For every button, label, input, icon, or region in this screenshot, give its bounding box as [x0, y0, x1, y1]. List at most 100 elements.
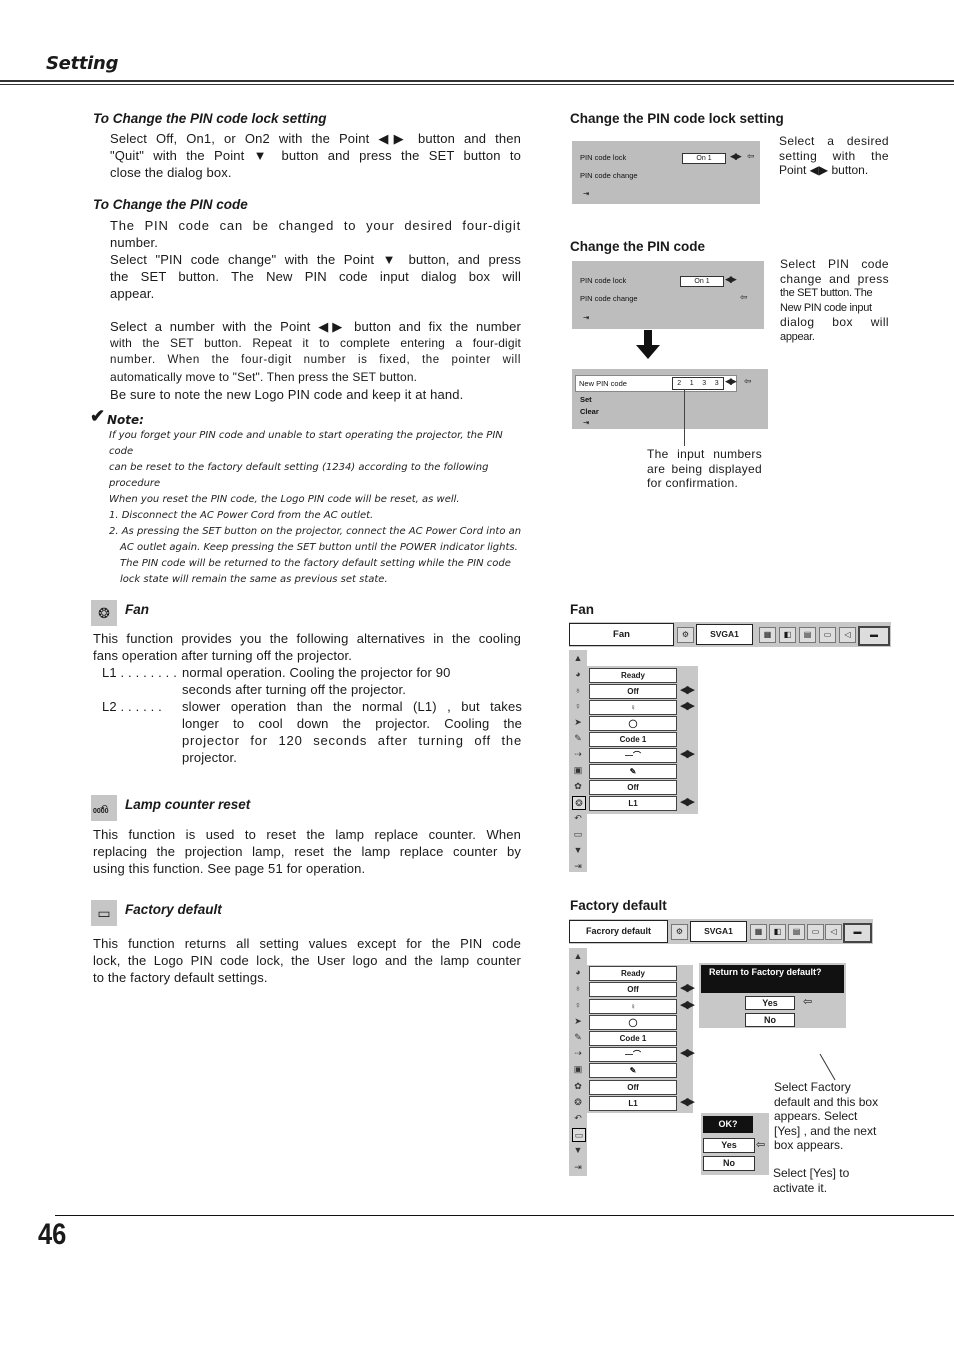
- text-line: This function returns all setting values…: [93, 936, 521, 951]
- text-line: box appears.: [774, 1138, 844, 1152]
- footer-rule: [55, 1215, 954, 1216]
- set-option[interactable]: Set: [580, 395, 592, 404]
- text-line: number.: [110, 235, 159, 250]
- setting-icon[interactable]: ▬: [843, 923, 872, 943]
- power-icon[interactable]: ♁: [572, 684, 584, 696]
- new-pin-label: New PIN code: [579, 379, 627, 388]
- remote-icon[interactable]: ⇢: [572, 1047, 584, 1059]
- lamp-icon[interactable]: ♀: [572, 700, 584, 712]
- sound-icon[interactable]: ◁: [839, 627, 856, 643]
- exit-icon[interactable]: ⇥: [572, 860, 584, 872]
- input-icon[interactable]: ⚙: [671, 924, 688, 940]
- text-line: "Quit" with the Point ▼ button and press…: [110, 148, 521, 163]
- menu-row-value[interactable]: —⌒: [589, 1047, 677, 1063]
- left-right-arrows-icon[interactable]: ◀▶: [680, 699, 695, 712]
- fan-icon[interactable]: ❂: [572, 1096, 584, 1108]
- left-right-arrows-icon[interactable]: ◀▶: [680, 795, 695, 808]
- menu-row-value[interactable]: ✎: [589, 1063, 677, 1079]
- menu-row-value[interactable]: Code 1: [589, 732, 677, 747]
- exit-icon[interactable]: ⇥: [583, 189, 589, 198]
- lock-icon[interactable]: ▣: [572, 764, 584, 776]
- camera-icon[interactable]: ✿: [572, 780, 584, 792]
- pencil-icon[interactable]: ✎: [572, 732, 584, 744]
- left-right-arrows-icon[interactable]: ◀▶: [680, 1095, 695, 1108]
- pointer-arrow-icon: ⇦: [756, 1139, 765, 1151]
- menu-row-value[interactable]: Off: [589, 982, 677, 998]
- pointer-icon[interactable]: ➤: [572, 716, 584, 728]
- menu-title: Facrory default: [569, 920, 668, 943]
- input-icon[interactable]: ⚙: [677, 627, 694, 643]
- pin-code-change-label[interactable]: PIN code change: [580, 171, 638, 180]
- menu-row-value[interactable]: Code 1: [589, 1031, 677, 1046]
- screen-icon[interactable]: ▭: [819, 627, 836, 643]
- up-arrow-icon[interactable]: ▲: [572, 950, 584, 962]
- menu-row-value[interactable]: Off: [589, 1079, 677, 1095]
- image-adjust-icon[interactable]: ▤: [799, 627, 816, 643]
- menu-row-value[interactable]: ◯: [589, 1014, 677, 1030]
- power-icon[interactable]: ♁: [572, 982, 584, 994]
- pin-code-lock-label: PIN code lock: [580, 153, 627, 162]
- text-line: seconds after turning off the projector.: [182, 682, 407, 697]
- sound-icon[interactable]: ◁: [825, 924, 842, 940]
- lamp-counter-icon[interactable]: ↶: [572, 1112, 584, 1124]
- menu-row-value[interactable]: ◯: [589, 716, 677, 731]
- input-icon[interactable]: ◕: [572, 966, 584, 978]
- menu-row-value[interactable]: ♀: [589, 998, 677, 1014]
- text-line: Select a number with the Point ◀▶ button…: [110, 319, 521, 334]
- menu-row-value[interactable]: ♀: [589, 700, 677, 715]
- exit-icon[interactable]: ⇥: [583, 418, 589, 427]
- up-arrow-icon[interactable]: ▲: [572, 652, 584, 664]
- camera-icon[interactable]: ✿: [572, 1080, 584, 1092]
- pin-code-lock-value[interactable]: On 1: [680, 276, 724, 287]
- ok-no-button[interactable]: No: [703, 1156, 755, 1171]
- note-title: Note:: [107, 413, 144, 427]
- down-arrow-icon[interactable]: ▼: [572, 844, 584, 856]
- input-icon[interactable]: ◕: [572, 668, 584, 680]
- left-right-arrows-icon[interactable]: ◀▶: [680, 998, 695, 1011]
- factory-default-icon[interactable]: ▭: [572, 828, 584, 840]
- pin-code-lock-value[interactable]: On 1: [682, 153, 726, 164]
- pin-digits-field[interactable]: 2 1 3 3: [672, 377, 724, 390]
- menu-row-value[interactable]: L1: [589, 796, 677, 811]
- pc-adjust-icon[interactable]: ▦: [759, 627, 776, 643]
- left-right-arrows-icon: ◀▶: [725, 376, 737, 386]
- pointer-icon[interactable]: ➤: [572, 1015, 584, 1027]
- factory-default-icon[interactable]: ▭: [572, 1128, 586, 1143]
- menu-row-value[interactable]: Ready: [589, 668, 677, 683]
- pin-code-change-label[interactable]: PIN code change: [580, 294, 638, 303]
- pencil-icon[interactable]: ✎: [572, 1031, 584, 1043]
- left-right-arrows-icon[interactable]: ◀▶: [680, 747, 695, 760]
- lamp-counter-icon[interactable]: ↶: [572, 812, 584, 824]
- exit-icon[interactable]: ⇥: [583, 313, 589, 322]
- menu-row-value[interactable]: Ready: [589, 966, 677, 982]
- lamp-icon[interactable]: ♀: [572, 999, 584, 1011]
- fan-icon[interactable]: ❂: [572, 796, 586, 810]
- exit-icon[interactable]: ⇥: [572, 1161, 584, 1173]
- no-button[interactable]: No: [745, 1013, 795, 1027]
- image-select-icon[interactable]: ◧: [769, 924, 786, 940]
- image-adjust-icon[interactable]: ▤: [788, 924, 805, 940]
- menu-row-value[interactable]: —⌒: [589, 748, 677, 763]
- left-right-arrows-icon[interactable]: ◀▶: [680, 981, 695, 994]
- factory-menu-heading: Factory default: [570, 898, 667, 913]
- down-arrow-icon[interactable]: ▼: [572, 1144, 584, 1156]
- clear-option[interactable]: Clear: [580, 407, 599, 416]
- source-label: SVGA1: [690, 921, 747, 942]
- menu-row-value[interactable]: Off: [589, 780, 677, 795]
- menu-row-value[interactable]: L1: [589, 1095, 677, 1111]
- left-right-arrows-icon[interactable]: ◀▶: [680, 683, 695, 696]
- image-select-icon[interactable]: ◧: [779, 627, 796, 643]
- lamp-text: This function is used to reset the lamp …: [93, 826, 521, 877]
- ok-yes-button[interactable]: Yes: [703, 1138, 755, 1153]
- change-code-caption: Select PIN code change and press the SET…: [780, 257, 889, 344]
- pc-adjust-icon[interactable]: ▦: [750, 924, 767, 940]
- menu-row-value[interactable]: Off: [589, 684, 677, 699]
- screen-icon[interactable]: ▭: [807, 924, 824, 940]
- menu-row-value[interactable]: ✎: [589, 764, 677, 779]
- lock-icon[interactable]: ▣: [572, 1063, 584, 1075]
- left-right-arrows-icon[interactable]: ◀▶: [680, 1046, 695, 1059]
- text-line: dialog box will: [780, 315, 889, 329]
- setting-icon[interactable]: ▬: [858, 626, 890, 646]
- yes-button[interactable]: Yes: [745, 996, 795, 1010]
- remote-icon[interactable]: ⇢: [572, 748, 584, 760]
